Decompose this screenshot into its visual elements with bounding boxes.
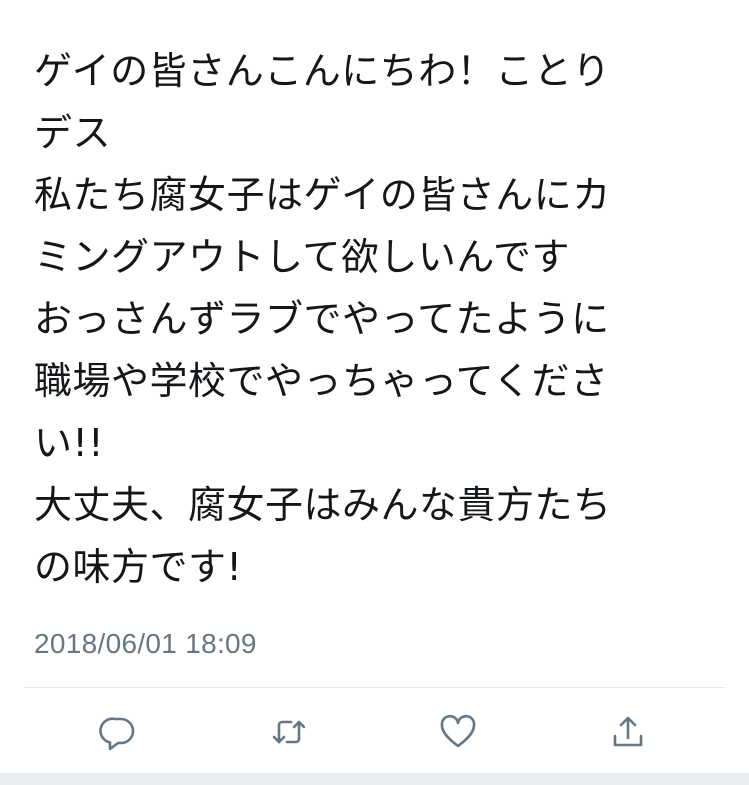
tweet-text-line: い!! — [34, 421, 104, 465]
tweet-text-line: おっさんずラブでやってたように — [34, 297, 610, 341]
like-button[interactable] — [432, 706, 484, 758]
share-button[interactable] — [602, 706, 654, 758]
tweet-text-line: ゲイの皆さんこんにちわ！ことり — [34, 49, 611, 93]
retweet-icon — [272, 720, 306, 744]
tweet-timestamp[interactable]: 2018/06/01 18:09 — [34, 628, 257, 660]
tweet-text-line: 職場や学校でやっちゃってくださ — [34, 359, 609, 403]
reply-button[interactable] — [92, 706, 144, 758]
bottom-separator-strip — [0, 773, 749, 785]
retweet-button[interactable] — [263, 706, 315, 758]
tweet-actions-bar — [0, 706, 749, 758]
tweet-card: ゲイの皆さんこんにちわ！ことり デス 私たち腐女子はゲイの皆さんにカ ミングアウ… — [0, 0, 749, 785]
heart-icon — [440, 714, 476, 748]
tweet-text-line: デス — [34, 111, 112, 155]
divider — [24, 687, 725, 688]
tweet-text-line: ミングアウトして欲しいんです — [34, 235, 570, 279]
tweet-text-line: の味方です! — [34, 545, 243, 589]
share-icon — [613, 716, 643, 747]
reply-icon — [99, 717, 135, 751]
tweet-text-line: 大丈夫、腐女子はみんな貴方たち — [34, 483, 612, 527]
tweet-text: ゲイの皆さんこんにちわ！ことり デス 私たち腐女子はゲイの皆さんにカ ミングアウ… — [34, 40, 724, 598]
tweet-text-line: 私たち腐女子はゲイの皆さんにカ — [34, 173, 611, 217]
